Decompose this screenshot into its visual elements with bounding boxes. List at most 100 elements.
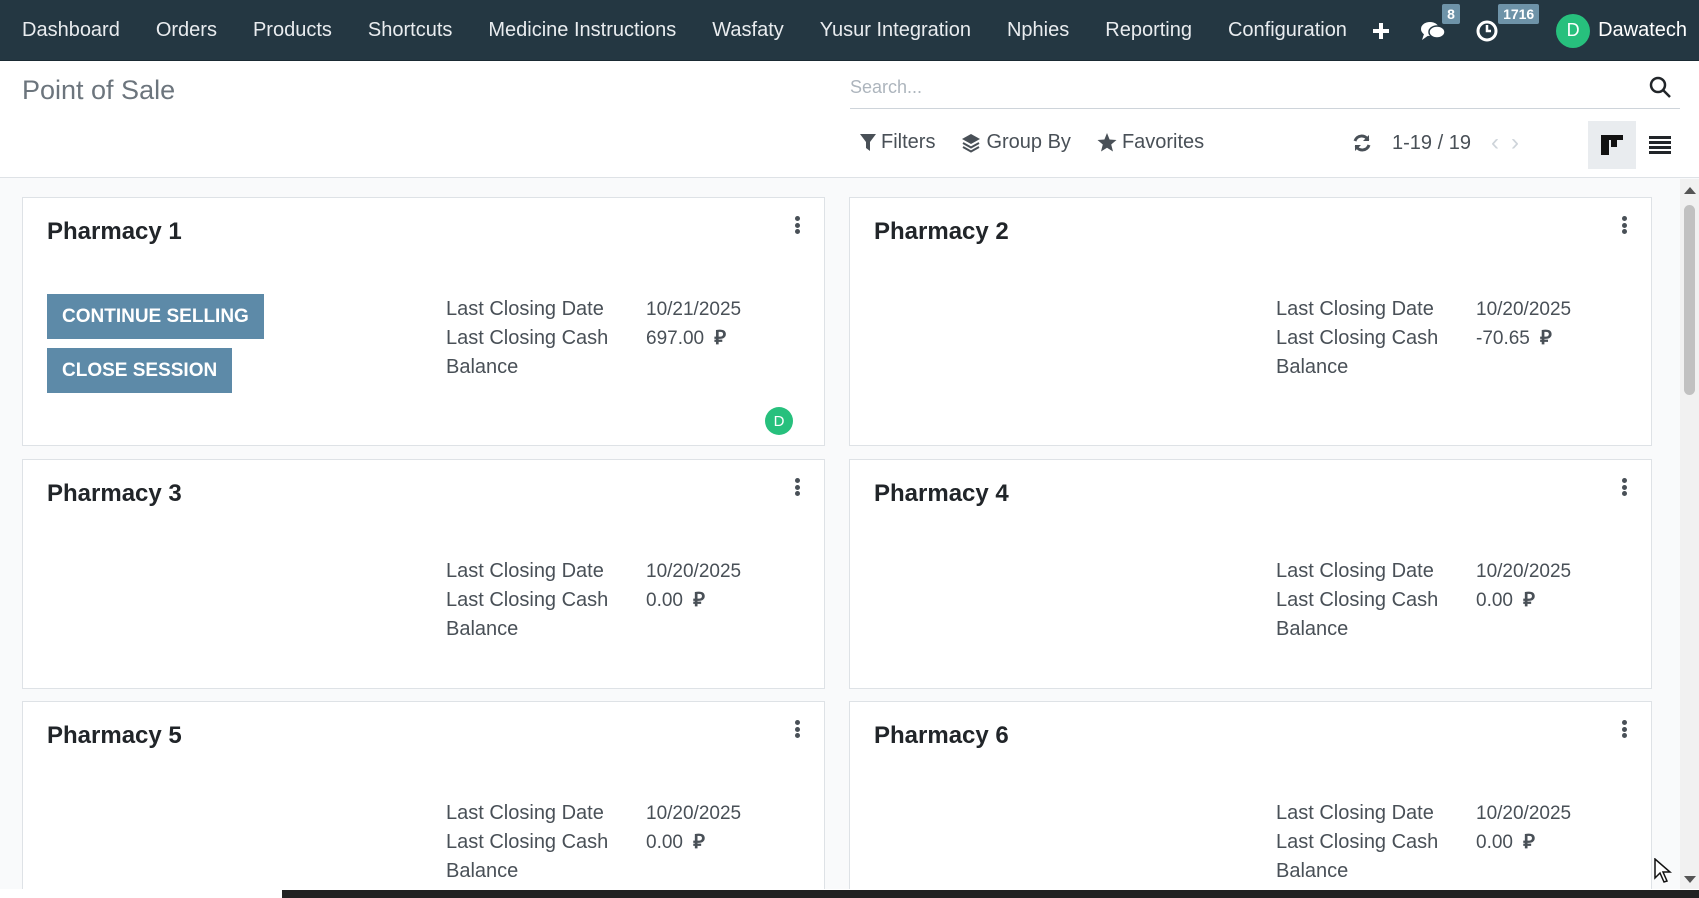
last-closing-cash-value: -70.65 — [1476, 328, 1530, 349]
card-info: Last Closing Date 10/20/2025 Last Closing… — [1276, 295, 1571, 382]
user-menu[interactable]: D Dawatech — [1556, 13, 1687, 48]
filter-icon — [860, 133, 876, 151]
balance-label: Balance — [1276, 860, 1349, 882]
scroll-down-icon[interactable] — [1684, 876, 1696, 883]
nav-item-configuration[interactable]: Configuration — [1228, 19, 1347, 42]
nav-item-products[interactable]: Products — [253, 19, 332, 42]
last-closing-date-label: Last Closing Date — [446, 802, 604, 824]
riyal-currency-icon: ⃁ — [1539, 327, 1552, 349]
pager: 1-19 / 19 ‹ › — [1352, 129, 1531, 157]
balance-label: Balance — [446, 618, 519, 640]
pos-config-card: Pharmacy 4 Last Closing Date 10/20/2025 L… — [849, 459, 1652, 689]
group-by-button[interactable]: Group By — [961, 131, 1071, 154]
search-bar — [850, 69, 1680, 109]
pager-value[interactable]: 1-19 / 19 — [1392, 132, 1471, 155]
nav-item-medicine-instructions[interactable]: Medicine Instructions — [488, 19, 676, 42]
page-title: Point of Sale — [22, 75, 176, 105]
activities-count-badge: 1716 — [1498, 3, 1540, 24]
last-closing-cash-value: 697.00 — [646, 328, 705, 349]
card-menu-icon[interactable] — [792, 214, 802, 236]
vertical-scrollbar[interactable] — [1680, 179, 1699, 889]
filters-button[interactable]: Filters — [860, 131, 935, 154]
last-closing-date-label: Last Closing Date — [446, 560, 604, 582]
pos-config-card: Pharmacy 1 CONTINUE SELLING CLOSE SESSIO… — [22, 197, 825, 446]
plus-icon[interactable] — [1372, 22, 1390, 40]
list-view-button[interactable] — [1636, 121, 1684, 169]
riyal-currency-icon: ⃁ — [692, 831, 705, 853]
card-menu-icon[interactable] — [792, 718, 802, 740]
card-title[interactable]: Pharmacy 1 — [47, 218, 182, 246]
last-closing-date-value: 10/20/2025 — [1476, 803, 1572, 824]
favorites-button[interactable]: Favorites — [1097, 131, 1204, 154]
list-view-icon — [1649, 136, 1671, 154]
last-closing-date-value: 10/21/2025 — [646, 299, 742, 320]
last-closing-cash-label: Last Closing Cash — [446, 327, 609, 349]
riyal-currency-icon: ⃁ — [692, 589, 705, 611]
horizontal-scrollbar[interactable] — [0, 889, 1699, 898]
balance-label: Balance — [1276, 618, 1349, 640]
balance-label: Balance — [446, 860, 519, 882]
card-title[interactable]: Pharmacy 4 — [874, 480, 1009, 508]
card-title[interactable]: Pharmacy 6 — [874, 722, 1009, 750]
nav-item-shortcuts[interactable]: Shortcuts — [368, 19, 452, 42]
card-menu-icon[interactable] — [1619, 476, 1629, 498]
nav-item-dashboard[interactable]: Dashboard — [22, 19, 120, 42]
last-closing-date-value: 10/20/2025 — [1476, 299, 1572, 320]
close-session-button[interactable]: CLOSE SESSION — [47, 348, 233, 393]
riyal-currency-icon: ⃁ — [1522, 589, 1535, 611]
search-options: Filters Group By Favorites — [860, 131, 1230, 154]
user-avatar: D — [1556, 13, 1591, 48]
last-closing-cash-value: 0.00 — [1476, 832, 1513, 853]
vertical-scrollbar-thumb[interactable] — [1684, 205, 1695, 395]
nav-item-orders[interactable]: Orders — [156, 19, 217, 42]
card-title[interactable]: Pharmacy 2 — [874, 218, 1009, 246]
kanban-view: Pharmacy 1 CONTINUE SELLING CLOSE SESSIO… — [0, 179, 1680, 889]
card-info: Last Closing Date 10/20/2025 Last Closing… — [1276, 799, 1571, 886]
messages-icon[interactable]: 8 — [1420, 3, 1460, 42]
card-menu-icon[interactable] — [1619, 214, 1629, 236]
last-closing-cash-value: 0.00 — [646, 832, 683, 853]
last-closing-cash-label: Last Closing Cash — [1276, 831, 1439, 853]
card-title[interactable]: Pharmacy 5 — [47, 722, 182, 750]
last-closing-date-value: 10/20/2025 — [1476, 561, 1572, 582]
nav-item-reporting[interactable]: Reporting — [1105, 19, 1192, 42]
user-name: Dawatech — [1598, 19, 1687, 41]
session-user-avatar: D — [765, 407, 793, 435]
navbar-systray: 8 1716 D Dawatech — [1372, 0, 1699, 61]
continue-selling-button[interactable]: CONTINUE SELLING — [47, 294, 264, 339]
group-by-label: Group By — [986, 131, 1071, 153]
mouse-cursor-icon — [1654, 858, 1672, 883]
card-title[interactable]: Pharmacy 3 — [47, 480, 182, 508]
pos-config-card: Pharmacy 3 Last Closing Date 10/20/2025 L… — [22, 459, 825, 689]
pos-config-card: Pharmacy 5 Last Closing Date 10/20/2025 L… — [22, 701, 825, 889]
nav-item-yusur-integration[interactable]: Yusur Integration — [820, 19, 971, 42]
pager-next-icon[interactable]: › — [1511, 129, 1519, 157]
last-closing-cash-value: 0.00 — [1476, 590, 1513, 611]
refresh-icon[interactable] — [1352, 133, 1372, 153]
control-panel: Point of Sale Filters Group By Favorites… — [0, 61, 1699, 178]
last-closing-cash-label: Last Closing Cash — [446, 831, 609, 853]
pager-previous-icon[interactable]: ‹ — [1491, 129, 1499, 157]
search-icon[interactable] — [1648, 75, 1672, 99]
nav-item-wasfaty[interactable]: Wasfaty — [712, 19, 784, 42]
last-closing-cash-value: 0.00 — [646, 590, 683, 611]
filters-label: Filters — [881, 131, 936, 153]
card-info: Last Closing Date 10/21/2025 Last Closing… — [446, 295, 741, 382]
layers-icon — [962, 133, 981, 153]
last-closing-date-value: 10/20/2025 — [646, 803, 742, 824]
activity-clock-icon[interactable]: 1716 — [1476, 3, 1540, 42]
kanban-view-button[interactable] — [1588, 121, 1636, 169]
last-closing-date-label: Last Closing Date — [1276, 298, 1434, 320]
last-closing-date-label: Last Closing Date — [1276, 560, 1434, 582]
search-input[interactable] — [850, 69, 1630, 105]
card-menu-icon[interactable] — [792, 476, 802, 498]
pos-config-card: Pharmacy 2 Last Closing Date 10/20/2025 L… — [849, 197, 1652, 446]
riyal-currency-icon: ⃁ — [1522, 831, 1535, 853]
kanban-view-icon — [1601, 135, 1623, 155]
scroll-up-icon[interactable] — [1684, 187, 1696, 194]
horizontal-scrollbar-thumb[interactable] — [282, 890, 1699, 898]
card-menu-icon[interactable] — [1619, 718, 1629, 740]
messages-count-badge: 8 — [1442, 3, 1460, 24]
nav-item-nphies[interactable]: Nphies — [1007, 19, 1069, 42]
last-closing-cash-label: Last Closing Cash — [1276, 589, 1439, 611]
